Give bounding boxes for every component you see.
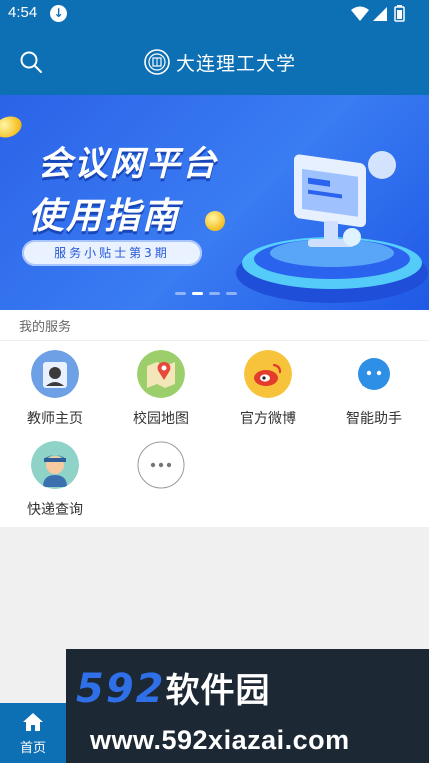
banner-headline-2: 使用指南 xyxy=(28,196,181,237)
service-campus-map[interactable]: 校园地图 xyxy=(121,350,201,428)
computer-illustration-icon xyxy=(236,151,428,303)
school-brand: 大连理工大学 xyxy=(144,48,296,76)
service-label: 官方微博 xyxy=(240,411,296,427)
map-icon xyxy=(137,350,185,398)
watermark-cn: 软件园 xyxy=(165,671,271,711)
watermark: 592软件园 www.592xiazai.com xyxy=(66,649,429,763)
assistant-icon xyxy=(350,350,398,398)
weibo-icon xyxy=(244,350,292,398)
service-official-weibo[interactable]: 官方微博 xyxy=(228,350,308,428)
status-bar: 4:54 ↓ xyxy=(0,0,429,27)
banner-pagination xyxy=(175,292,237,295)
app-bar: 大连理工大学 xyxy=(0,27,429,95)
download-icon: ↓ xyxy=(50,5,67,22)
pagination-dot[interactable] xyxy=(175,292,186,295)
watermark-url: www.592xiazai.com xyxy=(90,725,350,755)
tab-home[interactable]: 首页 xyxy=(0,703,66,763)
search-icon[interactable] xyxy=(18,49,44,75)
service-label: 智能助手 xyxy=(346,411,402,427)
service-courier-query[interactable]: 快递查询 xyxy=(15,441,95,519)
coin-decoration xyxy=(0,112,25,142)
pagination-dot[interactable] xyxy=(226,292,237,295)
tab-home-label: 首页 xyxy=(19,741,46,756)
pagination-dot[interactable] xyxy=(209,292,220,295)
system-status-icons xyxy=(351,5,405,22)
pagination-dot-active[interactable] xyxy=(192,292,203,295)
promo-banner[interactable]: 会议网平台 使用指南 服务小贴士第3期 xyxy=(0,95,429,310)
courier-icon xyxy=(31,441,79,489)
watermark-digits: 592 xyxy=(76,666,166,712)
teacher-icon xyxy=(31,350,79,398)
service-label: 校园地图 xyxy=(133,411,189,427)
services-panel: 我的服务 教师主页 校园地图 官方微博 智能助手 快递查询 xyxy=(0,310,429,527)
watermark-brand: 592软件园 xyxy=(76,663,271,712)
service-more[interactable] xyxy=(121,441,201,493)
school-seal-icon xyxy=(144,49,170,75)
service-label: 快递查询 xyxy=(27,502,83,518)
wifi-icon xyxy=(351,6,369,21)
banner-tag: 服务小贴士第3期 xyxy=(22,240,202,266)
home-icon xyxy=(23,713,43,731)
coin-decoration xyxy=(205,211,225,231)
school-name: 大连理工大学 xyxy=(176,52,297,75)
service-label: 教师主页 xyxy=(27,411,83,427)
divider xyxy=(0,340,429,341)
banner-headline-1: 会议网平台 xyxy=(38,144,218,184)
service-teacher-home[interactable]: 教师主页 xyxy=(15,350,95,428)
service-smart-assistant[interactable]: 智能助手 xyxy=(334,350,414,428)
section-title: 我的服务 xyxy=(19,320,72,335)
more-icon xyxy=(137,441,185,489)
status-time: 4:54 xyxy=(8,4,38,21)
signal-icon xyxy=(373,7,387,21)
